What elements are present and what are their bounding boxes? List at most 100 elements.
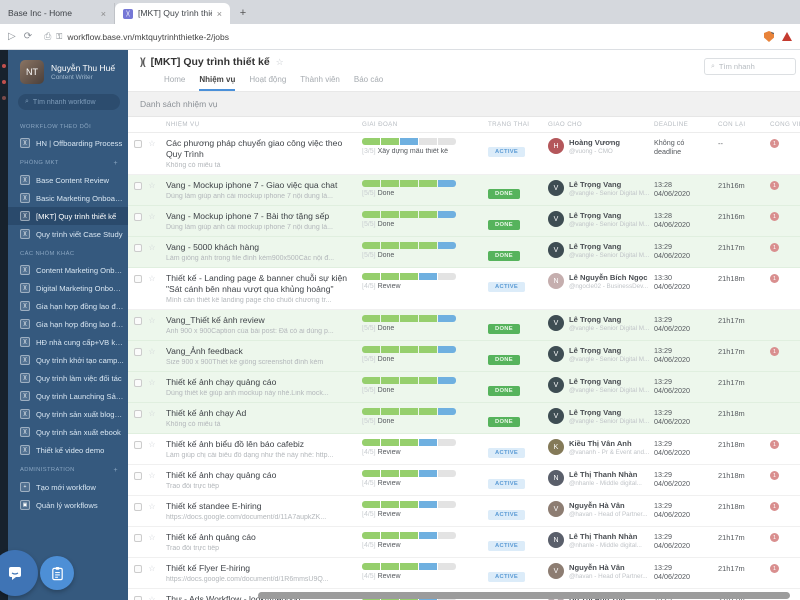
star-icon[interactable]: ☆ xyxy=(148,379,155,387)
sidebar-item-quy-tr-nh-l-m-vi-c-i-t-c[interactable]: )(Quy trình làm việc đối tác xyxy=(8,369,128,387)
tab-thành-viên[interactable]: Thành viên xyxy=(300,75,340,91)
browser-tab-workflow[interactable]: )( [MKT] Quy trình thiết kế - List o... … xyxy=(115,3,230,24)
assignee-cell[interactable]: H Hoàng Vương @vuong - CMO xyxy=(548,133,654,160)
assignee-cell[interactable]: V Lê Trọng Vang @vangle - Senior Digital M… xyxy=(548,341,654,368)
assignee-cell[interactable]: V Nguyễn Hà Vân @havan - Head of Partner..… xyxy=(548,558,654,585)
assignee-cell[interactable]: V Lê Trọng Vang @vangle - Senior Digital M… xyxy=(548,403,654,430)
task-cell[interactable]: Vang - Mockup iphone 7 - Giao việc qua c… xyxy=(166,175,362,205)
assignee-cell[interactable]: K Kiều Thị Vân Anh @vananh - Pr & Event an… xyxy=(548,434,654,461)
row-checkbox[interactable] xyxy=(134,596,143,600)
table-row[interactable]: ☆ Các phương pháp chuyển giao công việc t… xyxy=(128,133,800,175)
assignee-cell[interactable]: V Lê Trọng Vang @vangle - Senior Digital M… xyxy=(548,372,654,399)
sidebar-item-quy-tr-nh-s-n-xu-t-blog-[interactable]: )(Quy trình sản xuất blog p... xyxy=(8,405,128,423)
table-row[interactable]: ☆ Thiết kế standee E-hiring https://docs.g… xyxy=(128,496,800,527)
row-checkbox[interactable] xyxy=(134,244,143,252)
table-row[interactable]: ☆ Thiết kế ảnh chạy quảng cáo Trao đổi trự… xyxy=(128,465,800,496)
task-cell[interactable]: Vang - Mockup iphone 7 - Bài thơ tặng sế… xyxy=(166,206,362,236)
tab-báo-cáo[interactable]: Báo cáo xyxy=(354,75,383,91)
table-row[interactable]: ☆ Thiết kế ảnh biểu đồ lên báo cafebiz Làm… xyxy=(128,434,800,465)
row-checkbox[interactable] xyxy=(134,213,143,221)
table-row[interactable]: ☆ Vang - Mockup iphone 7 - Bài thơ tặng s… xyxy=(128,206,800,237)
row-checkbox[interactable] xyxy=(134,472,143,480)
sidebar-item-gia-h-n-h-p-ng-lao-ng[interactable]: )(Gia hạn hợp đồng lao động xyxy=(8,297,128,315)
sidebar-item-quy-tr-nh-s-n-xu-t-ebook[interactable]: )(Quy trình sản xuất ebook xyxy=(8,423,128,441)
reload-icon[interactable]: ⟳ xyxy=(24,31,32,42)
task-cell[interactable]: Thiết kế ảnh chạy quảng cáo Trao đổi trực… xyxy=(166,465,362,495)
tab-home[interactable]: Home xyxy=(164,75,185,91)
sidebar-item-content-marketing-onbo-[interactable]: )(Content Marketing Onbo... xyxy=(8,261,128,279)
browser-tab-home[interactable]: Base Inc - Home × xyxy=(0,3,115,24)
row-checkbox[interactable] xyxy=(134,182,143,190)
jobs-count-badge[interactable]: 1 xyxy=(770,564,779,573)
assignee-cell[interactable]: V Nguyễn Hà Vân @havan - Head of Partner..… xyxy=(548,496,654,523)
star-icon[interactable]: ☆ xyxy=(148,348,155,356)
assignee-cell[interactable]: N Lê Nguyễn Bích Ngọc ... @ngocle02 - Busi… xyxy=(548,268,654,295)
assignee-cell[interactable]: V Lê Trọng Vang @vangle - Senior Digital M… xyxy=(548,175,654,202)
jobs-count-badge[interactable]: 1 xyxy=(770,139,779,148)
table-row[interactable]: ☆ Vang_Ảnh feedback Size 900 x 900Thiết kế… xyxy=(128,341,800,372)
star-icon[interactable]: ☆ xyxy=(148,441,155,449)
task-cell[interactable]: Thiết kế - Landing page & banner chuỗi s… xyxy=(166,268,362,309)
table-row[interactable]: ☆ Vang - 5000 khách hàng Làm giống ảnh tro… xyxy=(128,237,800,268)
sidebar-item-hn-offboarding-process[interactable]: )(HN | Offboarding Process xyxy=(8,134,128,152)
jobs-count-badge[interactable]: 1 xyxy=(770,533,779,542)
sidebar-item-h-nh-cung-c-p-vb-kh-c[interactable]: )(HĐ nhà cung cấp+VB khác xyxy=(8,333,128,351)
sidebar-item-quy-tr-nh-kh-i-t-o-camp-[interactable]: )(Quy trình khởi tạo camp... xyxy=(8,351,128,369)
back-icon[interactable]: ▷ xyxy=(8,31,16,42)
add-workflow-icon[interactable]: + xyxy=(114,160,123,167)
extension-shield-icon[interactable] xyxy=(764,31,774,42)
close-icon[interactable]: × xyxy=(217,9,222,19)
task-cell[interactable]: Thiết kế ảnh chạy quảng cáo Dùng thiết kế… xyxy=(166,372,362,402)
bookmark-icon[interactable]: ⎙ xyxy=(44,31,51,42)
star-icon[interactable]: ☆ xyxy=(148,140,155,148)
table-row[interactable]: ☆ Thiết kế - Landing page & banner chuỗi … xyxy=(128,268,800,310)
row-checkbox[interactable] xyxy=(134,534,143,542)
assignee-cell[interactable]: N Lê Thị Thanh Nhàn @nhanle - Middle digit… xyxy=(548,465,654,492)
task-cell[interactable]: Thiết kế ảnh biểu đồ lên báo cafebiz Làm … xyxy=(166,434,362,464)
star-icon[interactable]: ☆ xyxy=(148,472,155,480)
new-tab-button[interactable]: + xyxy=(234,4,252,22)
jobs-count-badge[interactable]: 1 xyxy=(770,181,779,190)
address-bar[interactable]: ⎙ ⚿ workflow.base.vn/mktquytrinhthietke-… xyxy=(40,31,756,42)
add-workflow-icon[interactable]: + xyxy=(114,467,123,474)
row-checkbox[interactable] xyxy=(134,565,143,573)
table-row[interactable]: ☆ Thiết kế ảnh quảng cáo Trao đổi trực tiế… xyxy=(128,527,800,558)
row-checkbox[interactable] xyxy=(134,348,143,356)
task-cell[interactable]: Vang - 5000 khách hàng Làm giống ảnh tron… xyxy=(166,237,362,267)
assignee-cell[interactable]: V Lê Trọng Vang @vangle - Senior Digital M… xyxy=(548,310,654,337)
star-icon[interactable]: ☆ xyxy=(148,503,155,511)
quick-search-input[interactable]: ⌕ Tìm nhanh xyxy=(704,58,796,75)
row-checkbox[interactable] xyxy=(134,275,143,283)
jobs-count-badge[interactable]: 1 xyxy=(770,471,779,480)
table-row[interactable]: ☆ Thiết kế Flyer E-hiring https://docs.goo… xyxy=(128,558,800,589)
task-cell[interactable]: Thiết kế ảnh quảng cáo Trao đổi trực tiếp xyxy=(166,527,362,557)
row-checkbox[interactable] xyxy=(134,441,143,449)
star-icon[interactable]: ☆ xyxy=(148,317,155,325)
sidebar-item-gia-h-n-h-p-ng-lao-[interactable]: )(Gia hạn hợp đồng lao độ... xyxy=(8,315,128,333)
row-checkbox[interactable] xyxy=(134,503,143,511)
star-icon[interactable]: ☆ xyxy=(148,410,155,418)
jobs-count-badge[interactable]: 1 xyxy=(770,274,779,283)
sidebar-item-qu-n-l-workflows[interactable]: ▣ Quản lý workflows xyxy=(8,496,128,514)
sidebar-item--mkt-quy-tr-nh-thi-t-k-[interactable]: )([MKT] Quy trình thiết kế xyxy=(8,207,128,225)
table-row[interactable]: ☆ Thiết kế ảnh chạy Ad Không có miêu tả [5/… xyxy=(128,403,800,434)
close-icon[interactable]: × xyxy=(101,9,106,19)
sidebar-item-t-o-m-i-workflow[interactable]: + Tạo mới workflow xyxy=(8,478,128,496)
task-cell[interactable]: Vang_Ảnh feedback Size 900 x 900Thiết kế … xyxy=(166,341,362,371)
star-icon[interactable]: ☆ xyxy=(148,244,155,252)
table-row[interactable]: ☆ Thiết kế ảnh chạy quảng cáo Dùng thiết k… xyxy=(128,372,800,403)
sidebar-search-input[interactable]: ⌕ Tìm nhanh workflow xyxy=(18,94,120,110)
row-checkbox[interactable] xyxy=(134,317,143,325)
sidebar-item-quy-tr-nh-launching-s-n-[interactable]: )(Quy trình Launching Sản ... xyxy=(8,387,128,405)
star-icon[interactable]: ☆ xyxy=(148,534,155,542)
extension-triangle-icon[interactable] xyxy=(782,32,792,41)
tasks-fab-button[interactable] xyxy=(40,556,74,590)
row-checkbox[interactable] xyxy=(134,410,143,418)
task-cell[interactable]: Thiết kế standee E-hiring https://docs.go… xyxy=(166,496,362,526)
horizontal-scrollbar[interactable] xyxy=(258,592,790,599)
tab-hoạt-động[interactable]: Hoạt động xyxy=(249,75,286,91)
tab-nhiệm-vụ[interactable]: Nhiệm vụ xyxy=(199,75,236,91)
task-cell[interactable]: Vang_Thiết kế ảnh review Ảnh 900 x 900Cap… xyxy=(166,310,362,340)
star-icon[interactable]: ☆ xyxy=(148,565,155,573)
star-icon[interactable]: ☆ xyxy=(148,182,155,190)
